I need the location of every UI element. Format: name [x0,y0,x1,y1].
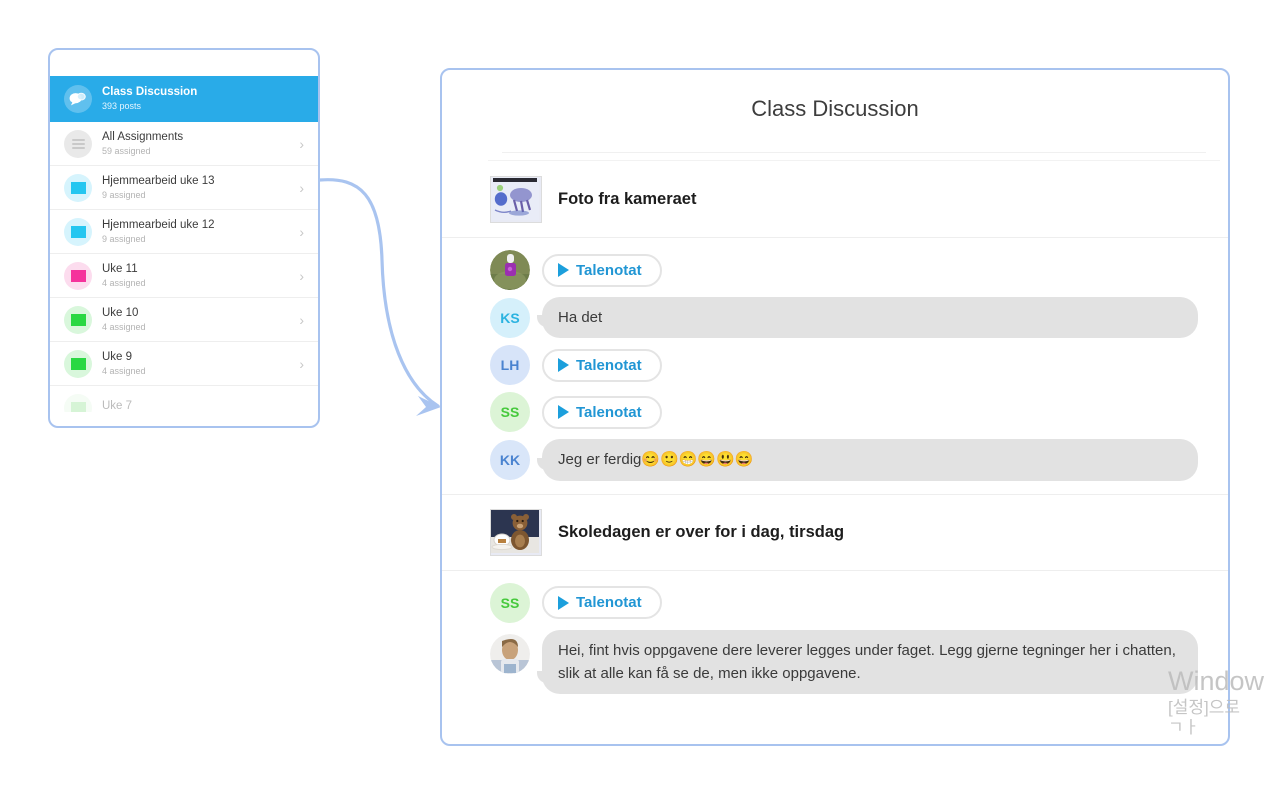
sidebar-item-title: Uke 7 [102,399,133,412]
message-row: Talenotat [442,250,1228,290]
hamburger-list-icon [64,129,92,158]
discussion-feed[interactable]: Foto fra kameraet Talenotat KS Ha det LH… [442,162,1228,744]
message-list: Talenotat KS Ha det LH Talenotat SS Tale… [442,238,1228,494]
sidebar-item-hjemmearbeid-uke-13[interactable]: Hjemmearbeid uke 13 9 assigned › [50,166,318,210]
voice-note-label: Talenotat [576,594,642,611]
sidebar-item-subtitle: 393 posts [102,101,142,112]
teddy-bear-thumbnail[interactable] [490,508,542,556]
message-row: SS Talenotat [442,582,1228,623]
avatar[interactable]: SS [490,392,530,433]
chevron-right-icon: › [299,311,304,328]
sidebar-item-subtitle: 59 assigned [102,145,151,156]
message-row: SS Talenotat [442,392,1228,433]
folder-icon [64,305,92,334]
sidebar-item-title: Hjemmearbeid uke 13 [102,174,215,187]
sidebar-item-title: All Assignments [102,130,184,143]
sidebar-item-texts: Uke 10 4 assigned [102,307,299,333]
avatar[interactable]: KK [490,439,530,480]
message-bubble: Ha det [537,297,1198,339]
course-list-scroll[interactable]: Class Discussion 393 posts All Assignmen… [50,76,318,412]
message-row: KS Ha det [442,297,1228,339]
sidebar-item-texts: Uke 11 4 assigned [102,263,299,289]
chevron-right-icon: › [299,179,304,196]
post-title: Foto fra kameraet [558,190,697,208]
screenshot-root: Class Discussion 393 posts All Assignmen… [0,0,1280,791]
sidebar-item-title: Class Discussion [102,86,198,99]
message-row: LH Talenotat [442,345,1228,386]
child-drawing-thumbnail[interactable] [490,176,542,223]
chevron-right-icon: › [299,223,304,240]
avatar[interactable] [490,250,530,290]
voice-note-label: Talenotat [576,261,642,279]
sidebar-item-uke-10[interactable]: Uke 10 4 assigned › [50,298,318,342]
class-discussion-panel: Class Discussion Foto fra kameraet Talen… [440,68,1230,746]
sidebar-item-hjemmearbeid-uke-12[interactable]: Hjemmearbeid uke 12 9 assigned › [50,210,318,254]
sidebar-item-texts: Uke 7 [102,400,308,412]
folder-icon [64,393,92,412]
sidebar-item-subtitle: 4 assigned [102,365,146,376]
chevron-right-icon: › [299,267,304,284]
folder-icon [64,217,92,246]
chat-bubbles-icon [64,85,92,113]
sidebar-item-texts: Uke 9 4 assigned [102,351,299,377]
post-header[interactable]: Foto fra kameraet [442,162,1228,238]
message-row: KK Jeg er ferdig😊🙂😁😄😃😄 [442,439,1228,481]
sidebar-item-texts: All Assignments 59 assigned [102,131,299,157]
sidebar-item-uke-7[interactable]: Uke 7 [50,386,318,412]
sidebar-item-subtitle: 4 assigned [102,321,146,332]
sidebar-item-subtitle: 9 assigned [102,233,146,244]
play-icon [558,405,569,420]
voice-note-button[interactable]: Talenotat [538,348,662,382]
voice-note-button[interactable]: Talenotat [538,395,662,429]
sidebar-item-subtitle: 4 assigned [102,277,146,288]
voice-note-button[interactable]: Talenotat [538,253,662,287]
sidebar-item-uke-9[interactable]: Uke 9 4 assigned › [50,342,318,386]
sidebar-item-texts: Hjemmearbeid uke 13 9 assigned [102,175,299,201]
chevron-right-icon: › [299,135,304,152]
sidebar-item-title: Hjemmearbeid uke 12 [102,218,215,231]
page-title: Class Discussion [751,96,919,121]
header-divider-bottom [488,160,1220,161]
post-title: Skoledagen er over for i dag, tirsdag [558,522,845,541]
voice-note-button[interactable]: Talenotat [538,586,662,619]
folder-icon [64,261,92,290]
avatar[interactable]: LH [490,345,530,386]
sidebar-item-texts: Hjemmearbeid uke 12 9 assigned [102,219,299,245]
voice-note-label: Talenotat [576,356,642,374]
folder-icon [64,349,92,378]
sidebar-item-title: Uke 10 [102,306,139,319]
voice-note-label: Talenotat [576,403,642,421]
sidebar-item-all-assignments[interactable]: All Assignments 59 assigned › [50,122,318,166]
header-divider-top [502,152,1206,153]
avatar[interactable] [490,633,530,674]
sidebar-item-uke-11[interactable]: Uke 11 4 assigned › [50,254,318,298]
avatar[interactable]: KS [490,297,530,338]
sidebar-item-class-discussion[interactable]: Class Discussion 393 posts [50,76,318,122]
message-bubble: Hei, fint hvis oppgavene dere leverer le… [537,629,1198,694]
message-bubble: Jeg er ferdig😊🙂😁😄😃😄 [537,439,1198,481]
play-icon [558,358,569,373]
folder-icon [64,173,92,202]
sidebar-item-texts: Class Discussion 393 posts [102,86,308,112]
play-icon [558,263,569,277]
flow-arrow [318,178,441,416]
post-header[interactable]: Skoledagen er over for i dag, tirsdag [442,493,1228,571]
avatar[interactable]: SS [490,582,530,623]
sidebar-item-title: Uke 11 [102,262,138,275]
sidebar-item-title: Uke 9 [102,350,133,363]
sidebar-item-subtitle: 9 assigned [102,189,146,200]
message-list: SS Talenotat Hei, fint hvis oppgavene de… [442,571,1228,708]
message-row: Hei, fint hvis oppgavene dere leverer le… [442,629,1228,694]
course-list-card: Class Discussion 393 posts All Assignmen… [48,48,320,428]
play-icon [558,595,569,610]
chevron-right-icon: › [299,355,304,372]
